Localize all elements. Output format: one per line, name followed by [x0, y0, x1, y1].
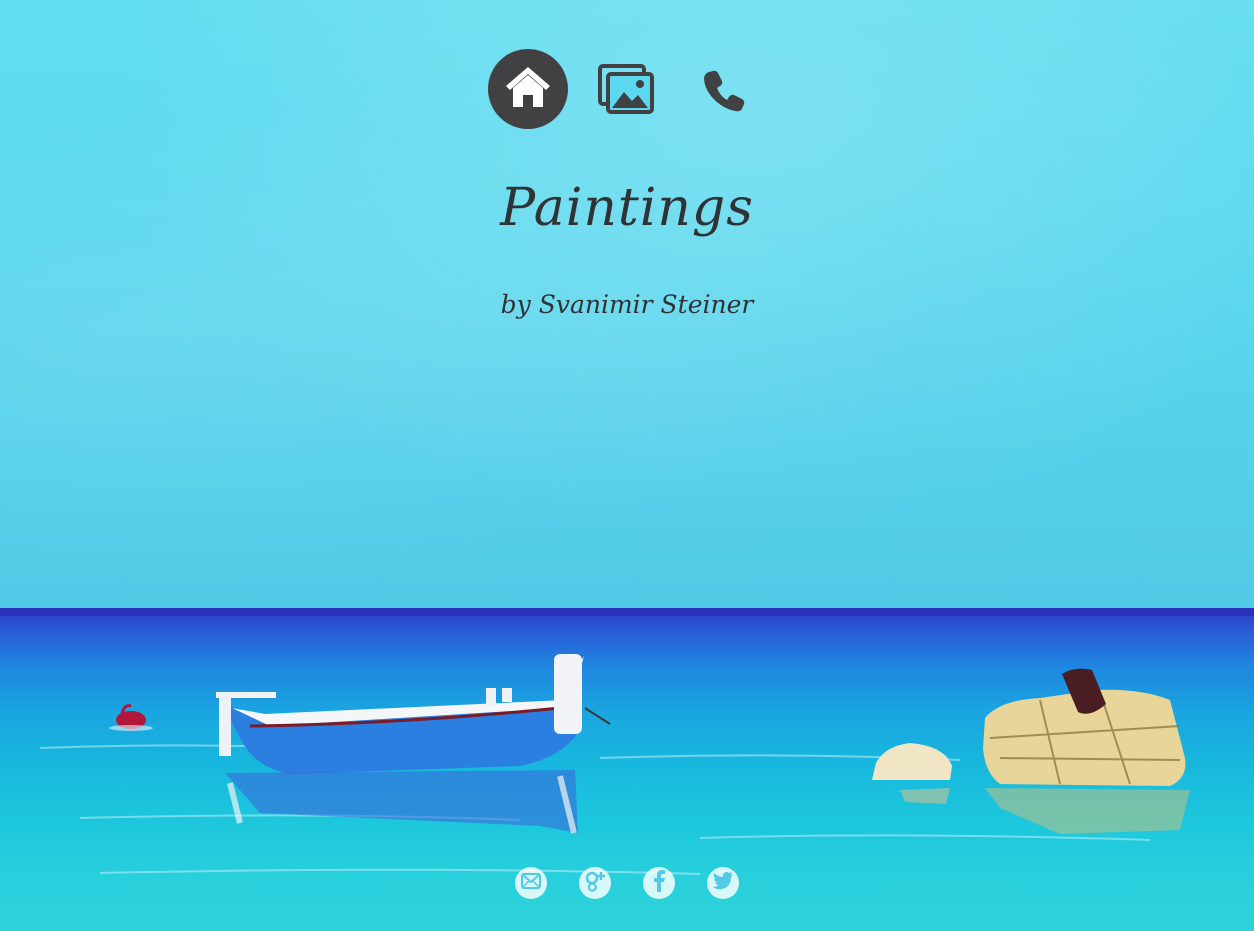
gallery-icon [598, 64, 654, 118]
buoy [109, 704, 153, 731]
twitter-link[interactable] [707, 867, 739, 899]
nav-home-button[interactable] [488, 49, 568, 129]
nav-contact-button[interactable] [700, 67, 748, 115]
google-plus-icon [584, 870, 606, 896]
background-painting [0, 0, 1254, 931]
email-link[interactable] [515, 867, 547, 899]
page-subtitle: by Svanimir Steiner [500, 290, 754, 319]
boat [216, 654, 611, 834]
nav-gallery-button[interactable] [598, 64, 654, 114]
google-plus-link[interactable] [579, 867, 611, 899]
home-icon [503, 64, 553, 114]
social-links [515, 867, 755, 901]
mail-icon [521, 873, 541, 893]
rocks [872, 668, 1190, 834]
phone-icon [700, 70, 748, 119]
twitter-icon [712, 872, 734, 894]
top-nav [488, 49, 768, 129]
facebook-link[interactable] [643, 867, 675, 899]
page-title: Paintings [500, 178, 754, 238]
facebook-icon [651, 870, 667, 896]
